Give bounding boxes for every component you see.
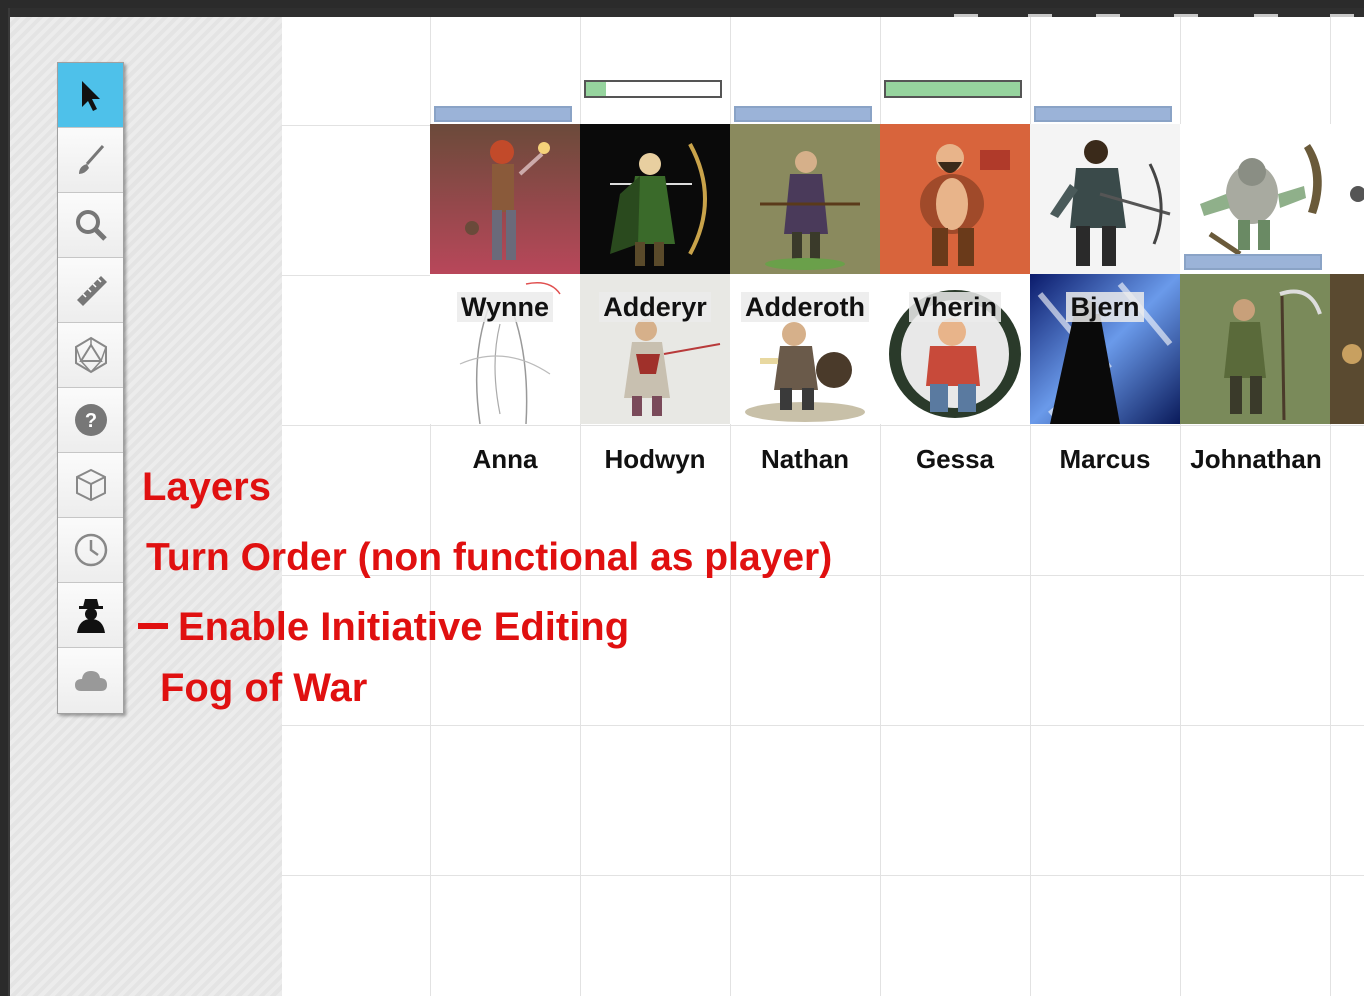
- draw-tool-button[interactable]: [58, 128, 123, 193]
- measure-tool-button[interactable]: [58, 258, 123, 323]
- token-orc-brute[interactable]: [1180, 124, 1364, 274]
- dice-tool-button[interactable]: [58, 323, 123, 388]
- token-art: [880, 124, 1030, 274]
- player-label: Anna: [472, 444, 538, 474]
- token-status-bar: [1034, 106, 1172, 122]
- gm-tool-button[interactable]: [58, 583, 123, 648]
- token-name-label: Vherin: [880, 292, 1030, 323]
- token-ranger[interactable]: [730, 124, 880, 274]
- token-status-bar: [1184, 254, 1322, 270]
- help-tool-button[interactable]: ?: [58, 388, 123, 453]
- player-label: Gessa: [915, 444, 995, 474]
- ruler-icon: [76, 276, 107, 306]
- token-scythe-ranger[interactable]: [1180, 274, 1330, 424]
- token-name-label: Adderoth: [730, 292, 880, 323]
- spy-icon: [76, 599, 105, 633]
- token-name-text: Wynne: [456, 292, 553, 322]
- token-name-text: Adderyr: [599, 292, 711, 322]
- vtt-window: Wynne Adderyr Adderoth Vherin Bjern Anna…: [8, 8, 1364, 996]
- cube-icon: [75, 468, 106, 502]
- token-status-bar: [434, 106, 572, 122]
- annotation-fog: Fog of War: [160, 666, 368, 710]
- token-name-label: Wynne: [430, 292, 580, 323]
- fog-tool-button[interactable]: [58, 648, 123, 713]
- top-bar: [10, 8, 1364, 17]
- token-elf-archer[interactable]: [580, 124, 730, 274]
- token-name-text: Adderoth: [741, 292, 869, 322]
- player-label: Johnathan: [1190, 444, 1322, 474]
- token-name-text: Bjern: [1066, 292, 1144, 322]
- paintbrush-icon: [78, 145, 104, 174]
- annotation-dash: [138, 623, 168, 629]
- turn-order-tool-button[interactable]: [58, 518, 123, 583]
- token-hp-bar: [584, 80, 722, 98]
- cloud-icon: [74, 670, 107, 691]
- player-label: Hodwyn: [604, 444, 706, 474]
- select-tool-button[interactable]: [58, 63, 123, 128]
- token-art: [1180, 274, 1330, 424]
- token-name-label: Bjern: [1030, 292, 1180, 323]
- annotation-layers: Layers: [142, 465, 271, 509]
- question-icon: ?: [74, 404, 107, 436]
- tool-palette: ?: [57, 62, 124, 714]
- token-redhead-mage[interactable]: [430, 124, 580, 274]
- player-label: Nathan: [760, 444, 850, 474]
- svg-text:?: ?: [84, 410, 96, 432]
- token-status-bar: [734, 106, 872, 122]
- token-art: [730, 124, 880, 274]
- token-hp-bar: [884, 80, 1022, 98]
- d20-icon: [74, 336, 107, 374]
- token-name-text: Vherin: [908, 292, 1002, 322]
- token-armored-warrior[interactable]: [1030, 124, 1180, 274]
- token-art: [430, 124, 580, 274]
- token-art: [1330, 274, 1364, 424]
- annotation-initiative: Enable Initiative Editing: [178, 605, 630, 649]
- token-dwarf-bard[interactable]: [880, 124, 1030, 274]
- token-partial[interactable]: [1330, 274, 1364, 424]
- token-art: [1180, 124, 1364, 274]
- token-art: [1030, 124, 1180, 274]
- token-name-label: Adderyr: [580, 292, 730, 323]
- zoom-tool-button[interactable]: [58, 193, 123, 258]
- clock-icon: [74, 533, 107, 567]
- token-art: [580, 124, 730, 274]
- annotation-turn-order: Turn Order (non functional as player): [146, 536, 833, 579]
- layers-tool-button[interactable]: [58, 453, 123, 518]
- player-label: Marcus: [1059, 444, 1151, 474]
- arrow-pointer-icon: [81, 81, 100, 111]
- magnifier-icon: [75, 210, 107, 241]
